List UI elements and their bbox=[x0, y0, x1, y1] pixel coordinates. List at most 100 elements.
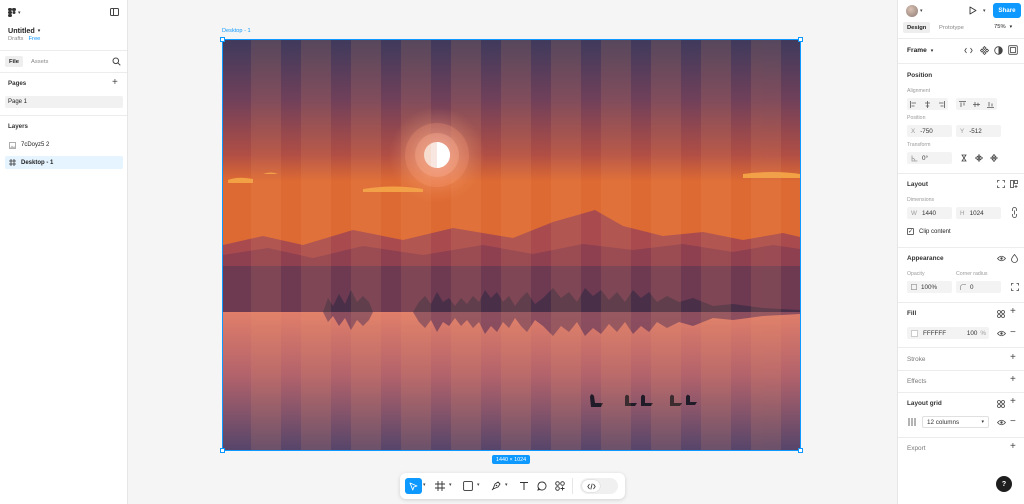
pen-tool-button[interactable] bbox=[491, 481, 501, 491]
tab-prototype[interactable]: Prototype bbox=[939, 22, 964, 33]
toggle-grid-visibility-button[interactable] bbox=[996, 419, 1007, 428]
chevron-down-icon[interactable]: ▾ bbox=[423, 482, 426, 488]
resize-handle[interactable] bbox=[798, 448, 803, 453]
opacity-field[interactable]: 100% bbox=[907, 281, 952, 293]
chevron-down-icon[interactable]: ▾ bbox=[449, 482, 452, 488]
rotate-icon[interactable] bbox=[960, 154, 968, 162]
width-field[interactable]: W 1440 bbox=[907, 207, 952, 219]
corner-radius-label: Corner radius bbox=[956, 271, 988, 277]
layout-options-button[interactable] bbox=[1010, 180, 1018, 190]
grid-styles-button[interactable] bbox=[997, 400, 1005, 410]
share-button[interactable]: Share bbox=[993, 3, 1021, 18]
sunset-lake-illustration bbox=[223, 40, 800, 450]
frame-settings-button[interactable] bbox=[1008, 45, 1018, 57]
create-component-button[interactable] bbox=[979, 45, 990, 57]
toggle-visibility-button[interactable] bbox=[996, 255, 1007, 264]
comment-tool-button[interactable] bbox=[537, 481, 547, 491]
frame-tool-button[interactable] bbox=[435, 481, 445, 491]
tab-assets[interactable]: Assets bbox=[31, 56, 48, 67]
add-stroke-button[interactable]: + bbox=[1010, 352, 1016, 363]
align-right-icon[interactable] bbox=[938, 100, 945, 108]
frame-selector[interactable]: Frame ▾ bbox=[907, 47, 933, 54]
flip-vertical-icon[interactable] bbox=[989, 154, 998, 162]
align-bottom-icon[interactable] bbox=[986, 101, 994, 108]
add-page-button[interactable]: + bbox=[112, 77, 118, 88]
align-left-icon[interactable] bbox=[910, 100, 917, 108]
toggle-sidebar-button[interactable] bbox=[110, 8, 119, 18]
zoom-dropdown[interactable]: 75% ▾ bbox=[994, 24, 1012, 30]
page-item-page-1[interactable]: Page 1 bbox=[5, 96, 123, 108]
clip-content-label: Clip content bbox=[919, 228, 951, 235]
fill-styles-button[interactable] bbox=[997, 310, 1005, 320]
fill-color-field[interactable]: FFFFFF 100 % bbox=[907, 327, 989, 339]
dimensions-label: Dimensions bbox=[907, 197, 935, 203]
toggle-fill-visibility-button[interactable] bbox=[996, 330, 1007, 339]
component-icon bbox=[979, 45, 990, 56]
drop-icon bbox=[1011, 253, 1018, 263]
plus-icon: + bbox=[1010, 352, 1016, 363]
tab-file[interactable]: File bbox=[5, 56, 23, 67]
canvas-area[interactable]: Desktop - 1 1440 × 1024 ▾ ▾ ▾ ▾ bbox=[128, 0, 897, 504]
plan-badge[interactable]: Free bbox=[28, 36, 40, 42]
remove-grid-button[interactable]: − bbox=[1010, 417, 1016, 427]
blend-mode-button[interactable] bbox=[1011, 253, 1018, 265]
styles-icon bbox=[997, 400, 1005, 408]
resize-handle[interactable] bbox=[798, 37, 803, 42]
dev-mode-toggle[interactable] bbox=[580, 478, 618, 494]
constrain-proportions-button[interactable] bbox=[1011, 207, 1018, 220]
frame-label[interactable]: Desktop - 1 bbox=[222, 28, 251, 34]
x-position-field[interactable]: X -750 bbox=[907, 125, 952, 137]
color-swatch[interactable] bbox=[911, 329, 918, 337]
corner-radius-field[interactable]: 0 bbox=[956, 281, 1001, 293]
corner-radius-icon bbox=[960, 284, 966, 290]
mask-button[interactable] bbox=[994, 46, 1003, 57]
chevron-down-icon[interactable]: ▾ bbox=[505, 482, 508, 488]
chevron-down-icon[interactable]: ▾ bbox=[477, 482, 480, 488]
resize-handle[interactable] bbox=[220, 448, 225, 453]
auto-layout-button[interactable] bbox=[997, 180, 1005, 190]
y-position-field[interactable]: Y -512 bbox=[956, 125, 1001, 137]
resize-handle[interactable] bbox=[220, 37, 225, 42]
rotation-field[interactable]: 0° bbox=[907, 152, 952, 164]
search-layers-button[interactable] bbox=[112, 57, 121, 68]
layout-grid-dropdown[interactable]: 12 columns ▾ bbox=[922, 416, 989, 428]
grid-settings-button[interactable] bbox=[908, 418, 916, 428]
remove-fill-button[interactable]: − bbox=[1010, 328, 1016, 338]
layer-item-image[interactable]: 7cDoyz5 2 bbox=[5, 139, 123, 151]
rectangle-icon bbox=[463, 481, 473, 491]
actions-tool-button[interactable] bbox=[555, 481, 565, 491]
file-title[interactable]: Untitled ▾ bbox=[8, 26, 40, 35]
effects-section-title: Effects bbox=[907, 378, 927, 385]
tab-design[interactable]: Design bbox=[903, 22, 931, 33]
drafts-label[interactable]: Drafts bbox=[8, 36, 23, 42]
position-section-title: Position bbox=[907, 72, 933, 79]
main-menu-button[interactable]: ▾ bbox=[8, 8, 21, 17]
help-button[interactable]: ? bbox=[996, 476, 1012, 492]
layout-grid-value: 12 columns bbox=[927, 418, 960, 426]
add-layout-grid-button[interactable]: + bbox=[1010, 396, 1016, 407]
layer-item-desktop-1[interactable]: Desktop - 1 bbox=[5, 156, 123, 169]
fill-opacity-value[interactable]: 100 bbox=[967, 330, 978, 337]
avatar[interactable] bbox=[906, 5, 918, 17]
independent-corners-button[interactable] bbox=[1011, 283, 1019, 293]
align-middle-icon[interactable] bbox=[972, 101, 980, 108]
present-button[interactable] bbox=[969, 6, 977, 17]
figma-logo-icon bbox=[8, 8, 16, 17]
w-label: W bbox=[911, 209, 917, 217]
chevron-down-icon[interactable]: ▾ bbox=[920, 8, 923, 14]
frame-desktop-1[interactable] bbox=[220, 37, 803, 453]
height-field[interactable]: H 1024 bbox=[956, 207, 1001, 219]
add-effect-button[interactable]: + bbox=[1010, 374, 1016, 385]
text-tool-button[interactable] bbox=[519, 481, 529, 491]
align-center-horizontal-icon[interactable] bbox=[924, 100, 931, 108]
component-code-button[interactable] bbox=[964, 47, 973, 56]
align-top-icon[interactable] bbox=[959, 100, 967, 108]
rectangle-tool-button[interactable] bbox=[463, 481, 473, 491]
chevron-down-icon[interactable]: ▾ bbox=[983, 8, 986, 14]
move-tool-button[interactable] bbox=[405, 478, 422, 494]
add-fill-button[interactable]: + bbox=[1010, 306, 1016, 317]
horizontal-align-group bbox=[907, 98, 948, 110]
flip-horizontal-icon[interactable] bbox=[974, 154, 983, 162]
add-export-button[interactable]: + bbox=[1010, 441, 1016, 452]
clip-content-checkbox[interactable]: ✓ Clip content bbox=[907, 228, 951, 235]
